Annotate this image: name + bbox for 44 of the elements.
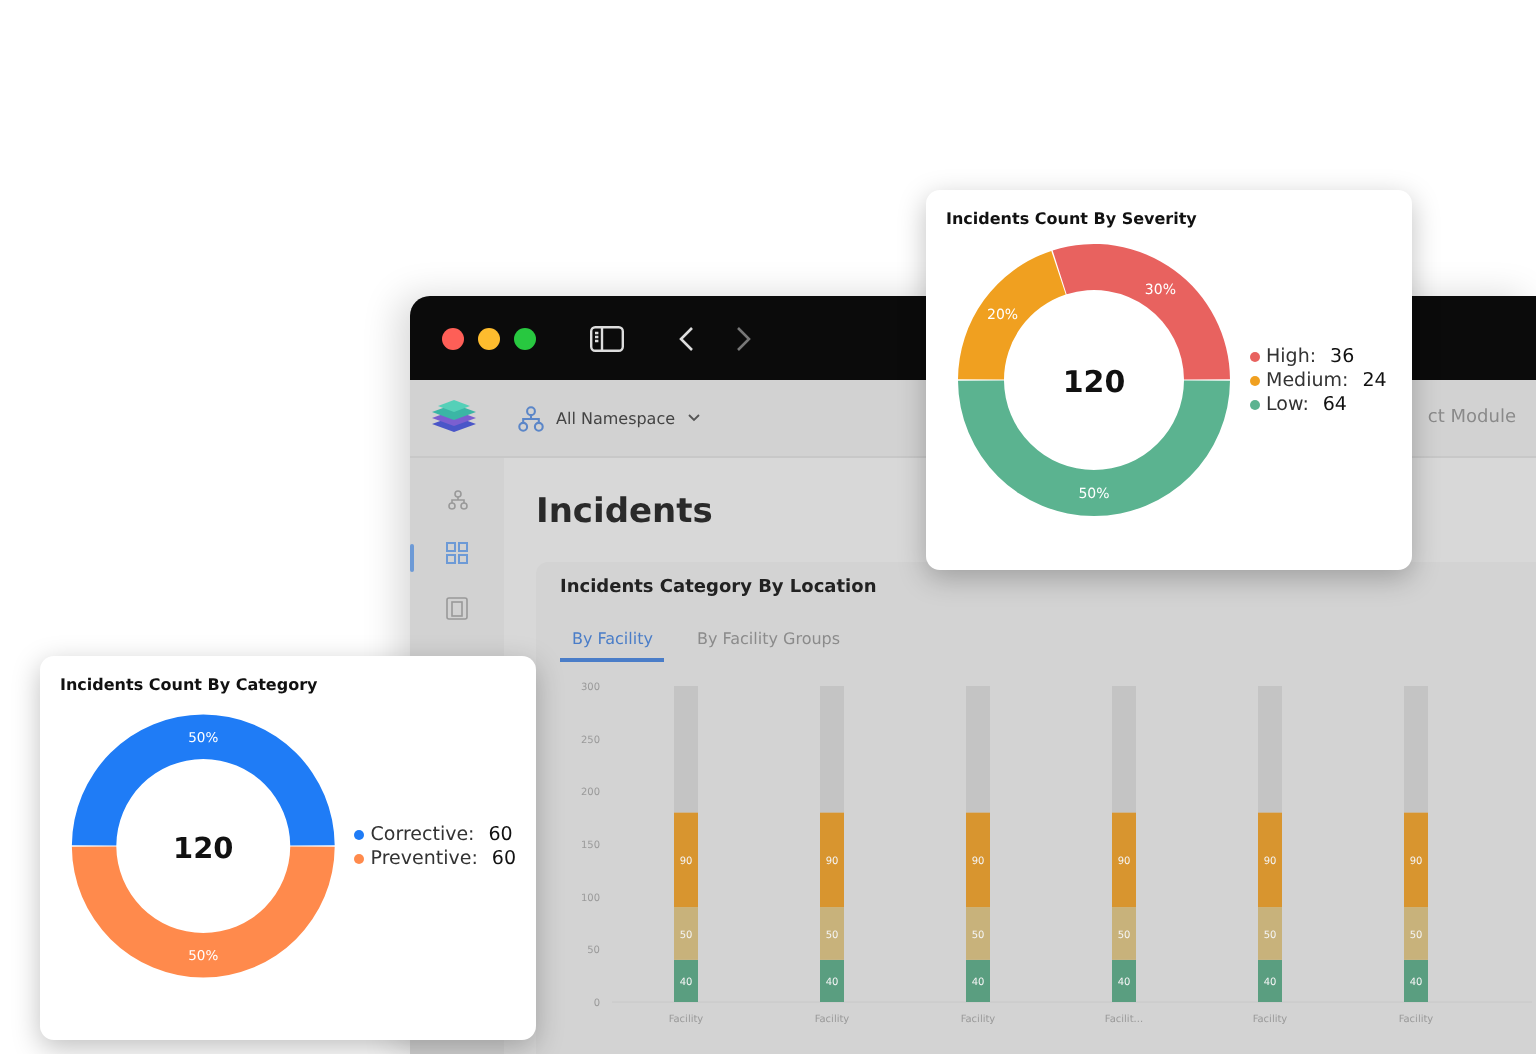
bar-segment	[1404, 686, 1428, 813]
bar-segment	[1404, 959, 1428, 1002]
bar-segment	[820, 686, 844, 813]
bar-segment	[1258, 959, 1282, 1002]
legend-value: 36	[1330, 345, 1355, 367]
total-value: 120	[173, 833, 234, 866]
legend-label: Low:	[1266, 393, 1309, 415]
document-icon	[446, 596, 468, 620]
bar-segment	[966, 686, 990, 813]
legend-label: Preventive:	[370, 847, 478, 869]
legend-label: High:	[1266, 345, 1317, 367]
maximize-button[interactable]	[514, 327, 536, 349]
forward-icon[interactable]	[736, 325, 752, 351]
legend-value: 64	[1322, 393, 1347, 415]
bar-segment	[1112, 686, 1136, 813]
namespace-dropdown[interactable]: All Namespace	[506, 405, 712, 431]
back-icon[interactable]	[678, 325, 694, 351]
bar-segment	[966, 959, 990, 1002]
legend-value: 60	[491, 847, 516, 869]
bar-segment	[674, 686, 698, 813]
tab[interactable]: By Facility Groups	[684, 622, 853, 662]
close-button[interactable]	[442, 327, 464, 349]
page-title: Incidents	[536, 492, 713, 532]
hierarchy-icon	[447, 490, 467, 510]
chevron-down-icon	[687, 414, 700, 422]
sidebar-toggle-icon[interactable]	[590, 325, 624, 351]
bar-segment	[674, 959, 698, 1002]
card-title: Incidents Category By Location	[560, 578, 879, 598]
bar-segment	[1258, 686, 1282, 813]
module-label: ct Module	[1427, 408, 1516, 428]
bar-segment	[820, 959, 844, 1002]
logo-icon	[430, 398, 478, 438]
tab[interactable]: By Facility	[560, 622, 665, 662]
total-value: 120	[1062, 364, 1126, 400]
hierarchy-icon	[518, 405, 544, 431]
legend-value: 60	[488, 823, 513, 845]
card-title: Incidents Count By Category	[60, 676, 320, 694]
card-title: Incidents Count By Severity	[946, 210, 1199, 228]
legend-label: Corrective:	[370, 823, 475, 845]
minimize-button[interactable]	[478, 327, 500, 349]
grid-icon	[446, 542, 468, 564]
legend-value: 24	[1362, 369, 1387, 391]
legend-label: Medium:	[1266, 369, 1349, 391]
bar-segment	[1112, 959, 1136, 1002]
